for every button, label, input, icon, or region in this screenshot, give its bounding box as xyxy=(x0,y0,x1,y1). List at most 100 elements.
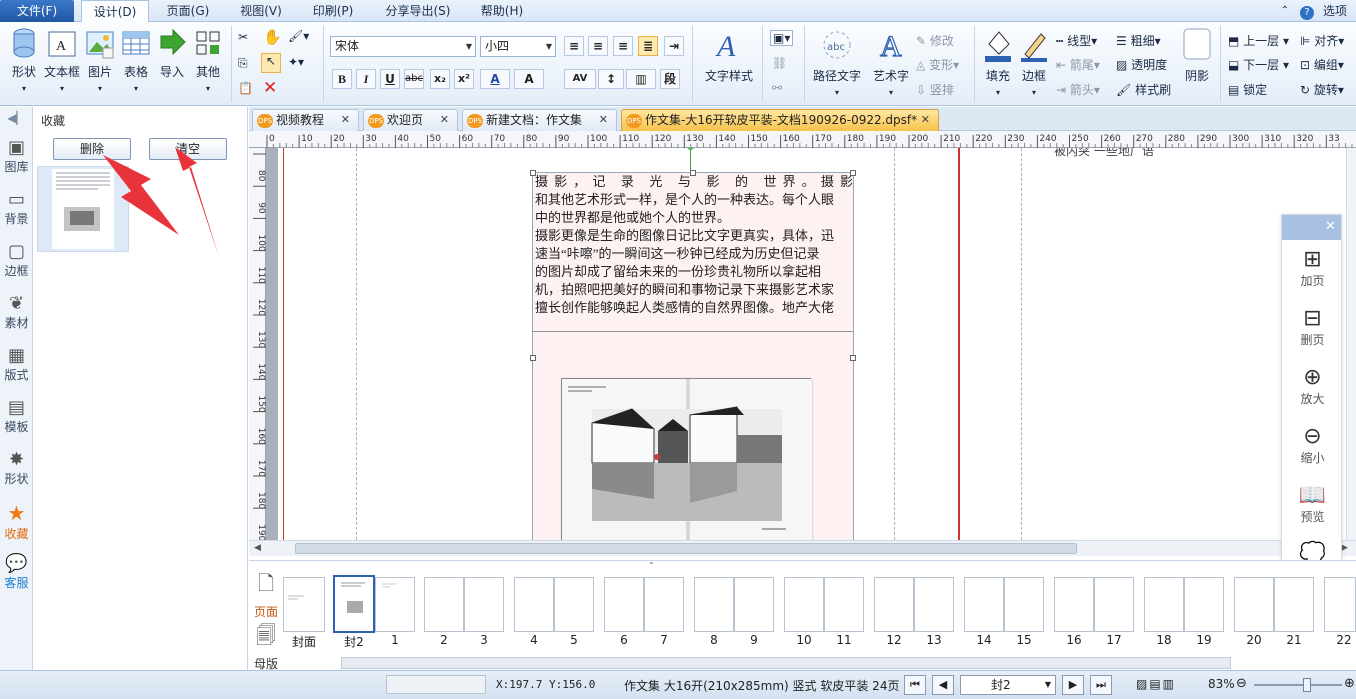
menu-file[interactable]: 文件(F) xyxy=(0,0,74,22)
zoom-slider-thumb[interactable] xyxy=(1302,678,1311,692)
border-button[interactable]: 边框 ▾ xyxy=(1018,26,1050,97)
hand-icon[interactable]: ✋ xyxy=(263,28,282,46)
paste-icon[interactable]: 📋 xyxy=(238,81,253,95)
strikethrough-button[interactable]: abc xyxy=(404,69,424,89)
unlink-icon[interactable]: ⚯ xyxy=(772,81,782,95)
align-button[interactable]: ⊫ 对齐▾ xyxy=(1300,32,1344,49)
page-thumbnail[interactable] xyxy=(784,577,824,632)
align-center-icon[interactable]: ≡ xyxy=(588,36,608,56)
page-thumbnail[interactable] xyxy=(1234,577,1274,632)
doc-tab-video-tutorial[interactable]: DPS 视频教程 ✕ xyxy=(252,109,359,131)
close-icon[interactable]: ✕ xyxy=(341,110,350,130)
doc-tab-welcome[interactable]: DPS 欢迎页 ✕ xyxy=(363,109,458,131)
rotate-handle[interactable] xyxy=(687,148,694,150)
view-mode-icons[interactable]: ▨▤▥ xyxy=(1136,677,1176,691)
zoom-in-button[interactable]: ⊕ 放大 xyxy=(1282,365,1343,407)
last-page-icon[interactable]: ⏭ xyxy=(1090,675,1112,695)
zoom-in-small-icon[interactable]: ⊕ xyxy=(1344,676,1355,691)
first-page-icon[interactable]: ⏮ xyxy=(904,675,926,695)
close-icon[interactable]: ✕ xyxy=(921,110,930,130)
font-name-select[interactable]: 宋体 ▼ xyxy=(330,36,476,57)
arrow-head-button[interactable]: ⇥ 箭头▾ xyxy=(1056,81,1100,98)
page-thumbnail[interactable] xyxy=(424,577,464,632)
magic-wand-icon[interactable]: ✦▾ xyxy=(288,55,304,69)
page-thumbnail[interactable] xyxy=(964,577,1004,632)
modify-button[interactable]: ✎ 修改 xyxy=(916,32,954,49)
design-canvas[interactable]: 被内突 一些地广语 摄影，记 录 光 与 影 的 世界。摄影 和其他艺术形式一样… xyxy=(266,148,1346,540)
doc-tab-new-document[interactable]: DPS 新建文档：作文集 ✕ xyxy=(462,109,617,131)
align-left-icon[interactable]: ≡ xyxy=(564,36,584,56)
style-brush-button[interactable]: 🖌 样式刷 xyxy=(1116,81,1171,98)
image-button[interactable]: 图片 ▾ xyxy=(84,26,116,93)
page-strip-scrollbar[interactable] xyxy=(341,657,1231,669)
fill-button[interactable]: 填充 ▾ xyxy=(982,26,1014,97)
transparency-button[interactable]: ▨ 透明度 xyxy=(1116,56,1167,73)
up-layer-button[interactable]: ⬒ 上一层 ▾ xyxy=(1228,32,1289,49)
tab-pages[interactable]: 🗋 页面 xyxy=(251,569,281,619)
char-spacing-button[interactable]: AV xyxy=(564,69,596,89)
group-button[interactable]: ⊡ 编组▾ xyxy=(1300,56,1344,73)
zoom-out-small-icon[interactable]: ⊖ xyxy=(1236,676,1247,691)
page-thumbnail[interactable] xyxy=(1144,577,1184,632)
page-select[interactable]: 封2 ▼ xyxy=(960,675,1056,695)
page-thumbnail[interactable] xyxy=(874,577,914,632)
menu-tab-view[interactable]: 视图(V) xyxy=(232,0,290,22)
rotate-button[interactable]: ↻ 旋转▾ xyxy=(1300,81,1344,98)
resize-handle[interactable] xyxy=(850,170,856,176)
shadow-button[interactable]: 阴影 xyxy=(1180,26,1214,84)
shape-button[interactable]: 形状 ▾ xyxy=(6,26,42,93)
path-text-button[interactable]: abc 路径文字 ▾ xyxy=(810,26,864,97)
page-thumbnail[interactable] xyxy=(514,577,554,632)
link-icon[interactable]: ⛓ xyxy=(772,56,787,70)
delete-button[interactable]: 删除 xyxy=(53,138,131,160)
inserted-photo[interactable] xyxy=(561,378,812,540)
page-thumbnail[interactable] xyxy=(824,577,864,632)
indent-icon[interactable]: ⇥ xyxy=(664,36,684,56)
page-thumbnail[interactable] xyxy=(644,577,684,632)
sidebar-item-gallery[interactable]: ▣ 图库 xyxy=(0,137,33,175)
import-button[interactable]: 导入 xyxy=(156,26,188,80)
page-thumbnail[interactable] xyxy=(464,577,504,632)
resize-handle[interactable] xyxy=(530,355,536,361)
underline-button[interactable]: U xyxy=(380,69,400,89)
options-button[interactable]: 选项 xyxy=(1318,0,1352,22)
page-thumbnail[interactable] xyxy=(1184,577,1224,632)
text-wrap-icon[interactable]: ▣▾ xyxy=(770,30,794,46)
subscript-button[interactable]: x₂ xyxy=(430,69,450,89)
horizontal-scrollbar[interactable]: ◀ ▶ xyxy=(249,540,1356,556)
sidebar-item-service[interactable]: 💬 客服 xyxy=(0,553,33,591)
page-thumbnail[interactable] xyxy=(1004,577,1044,632)
next-page-icon[interactable]: ▶ xyxy=(1062,675,1084,695)
font-size-select[interactable]: 小四 ▼ xyxy=(480,36,556,57)
char-scale-button[interactable]: A xyxy=(514,69,544,89)
page-thumbnail[interactable] xyxy=(694,577,734,632)
bold-button[interactable]: B xyxy=(332,69,352,89)
other-button[interactable]: 其他 ▾ xyxy=(191,26,225,93)
textbox-button[interactable]: A 文本框 ▾ xyxy=(43,26,81,93)
resize-handle[interactable] xyxy=(530,170,536,176)
down-layer-button[interactable]: ⬓ 下一层 ▾ xyxy=(1228,56,1289,73)
page-thumbnail[interactable] xyxy=(604,577,644,632)
clear-button[interactable]: 清空 xyxy=(149,138,227,160)
page-thumbnail[interactable] xyxy=(734,577,774,632)
select-pointer-icon[interactable]: ↖ xyxy=(261,53,281,73)
align-right-icon[interactable]: ≡ xyxy=(613,36,633,56)
scroll-thumb[interactable] xyxy=(295,543,1077,554)
menu-tab-page[interactable]: 页面(G) xyxy=(158,0,218,22)
text-style-button[interactable]: A 文字样式 xyxy=(700,26,758,84)
splitter-grip-icon[interactable]: ⌄ xyxy=(648,557,655,566)
resize-handle[interactable] xyxy=(690,170,696,176)
paragraph-icon[interactable]: 段 xyxy=(660,69,680,89)
selected-text-frame[interactable]: 摄影，记 录 光 与 影 的 世界。摄影 和其他艺术形式一样，是个人的一种表达。… xyxy=(530,148,856,540)
page-thumbnail[interactable] xyxy=(1054,577,1094,632)
close-icon[interactable]: ✕ xyxy=(1325,219,1336,234)
thickness-button[interactable]: ☰ 粗细▾ xyxy=(1116,32,1161,49)
close-icon[interactable]: ✕ xyxy=(440,110,449,130)
page-thumbnail[interactable] xyxy=(333,575,375,633)
favorite-item-thumbnail[interactable] xyxy=(37,166,129,252)
doc-tab-active-document[interactable]: DPS 作文集-大16开软皮平装-文档190926-0922.dpsf* ✕ xyxy=(621,109,939,131)
menu-tab-design[interactable]: 设计(D) xyxy=(81,0,149,23)
sidebar-item-template[interactable]: ▤ 模板 xyxy=(0,397,33,435)
menu-tab-print[interactable]: 印刷(P) xyxy=(304,0,362,22)
table-button[interactable]: 表格 ▾ xyxy=(119,26,153,93)
